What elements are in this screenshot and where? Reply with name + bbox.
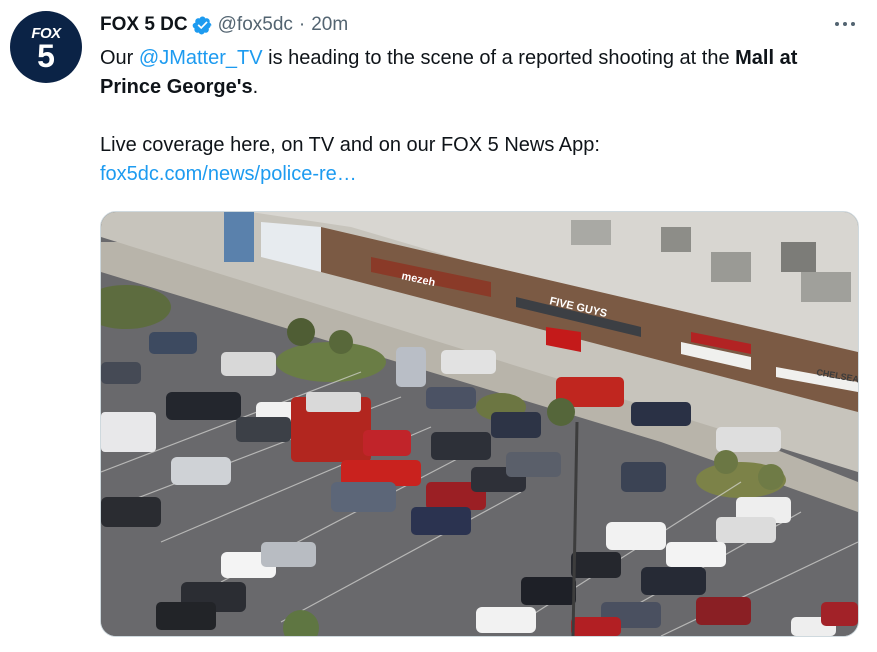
separator: · xyxy=(298,14,306,35)
tweet[interactable]: FOX 5 FOX 5 DC @fox5dc · 20m Our @JMatte… xyxy=(0,0,877,652)
timestamp[interactable]: 20m xyxy=(311,14,348,36)
article-link[interactable]: fox5dc.com/news/police-re… xyxy=(100,163,357,185)
mention-link[interactable]: @JMatter_TV xyxy=(139,47,263,69)
tweet-text: Our @JMatter_TV is heading to the scene … xyxy=(100,44,860,189)
tweet-video[interactable]: mezeh FIVE GUYS CHELSEA xyxy=(100,211,859,637)
avatar-logo-number: 5 xyxy=(37,37,55,74)
user-handle[interactable]: @fox5dc xyxy=(218,14,293,36)
tweet-paragraph-1: Our @JMatter_TV is heading to the scene … xyxy=(100,44,860,102)
more-dots-icon[interactable] xyxy=(831,12,859,36)
text-fragment: . xyxy=(252,76,259,98)
more-dots-glyph xyxy=(835,22,855,26)
display-name[interactable]: FOX 5 DC xyxy=(100,14,188,36)
text-fragment: is heading to the scene of a reported sh… xyxy=(262,47,736,69)
avatar[interactable]: FOX 5 xyxy=(10,11,82,83)
tweet-header: FOX 5 DC @fox5dc · 20m xyxy=(100,12,348,38)
text-fragment: Our xyxy=(100,47,139,69)
aerial-parking-lot-scene: mezeh FIVE GUYS CHELSEA xyxy=(101,212,858,636)
verified-badge-icon xyxy=(192,16,212,34)
tweet-paragraph-2: Live coverage here, on TV and on our FOX… xyxy=(100,131,860,189)
text-fragment: Live coverage here, on TV and on our FOX… xyxy=(100,134,600,156)
